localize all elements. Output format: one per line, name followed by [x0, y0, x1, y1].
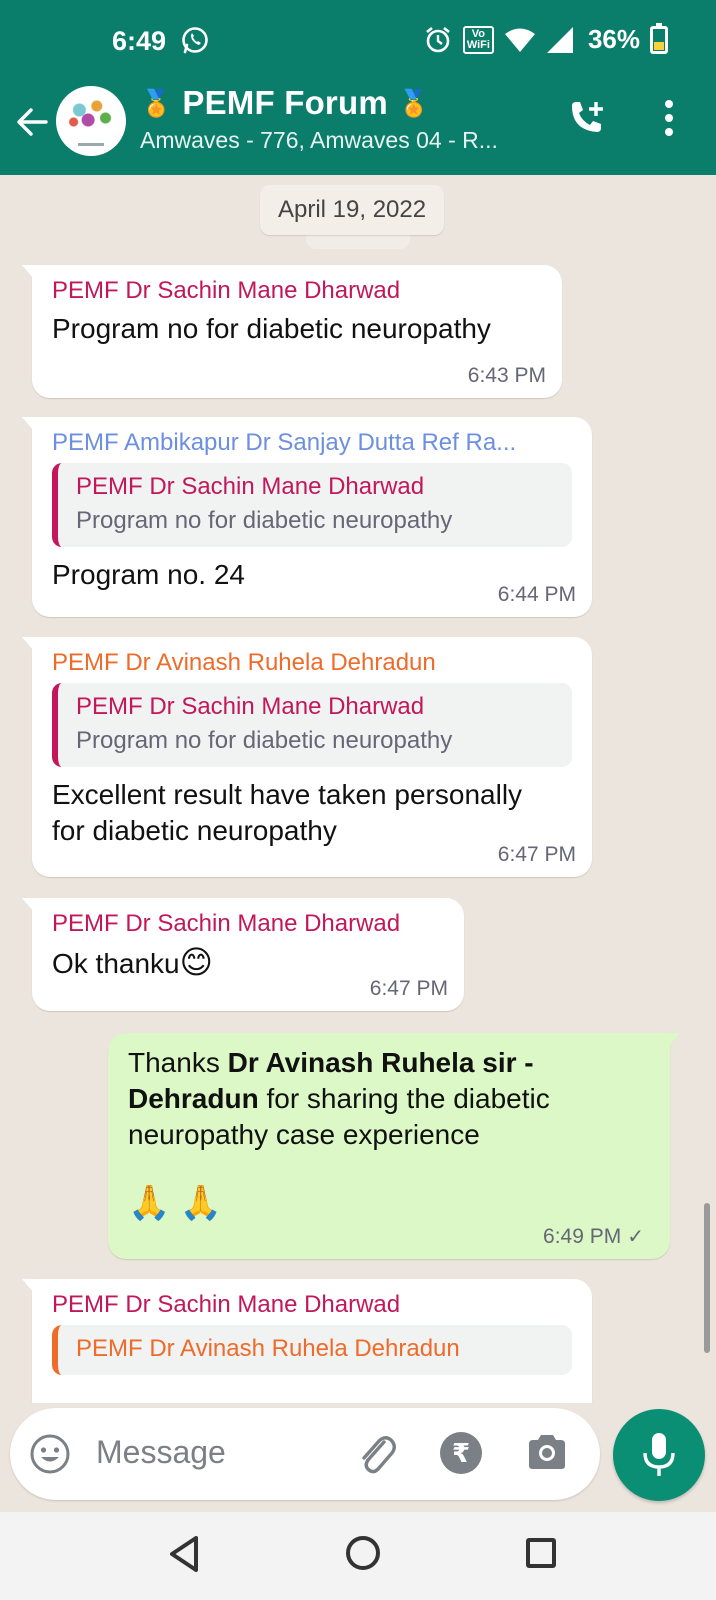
quoted-text: Program no for diabetic neuropathy [76, 507, 453, 534]
message-bubble[interactable]: PEMF Dr Avinash Ruhela Dehradun PEMF Dr … [22, 637, 592, 877]
quoted-message[interactable]: PEMF Dr Avinash Ruhela Dehradun [52, 1325, 572, 1375]
message-text: Thanks Dr Avinash Ruhela sir - Dehradun … [128, 1045, 652, 1153]
group-title-row[interactable]: 🏅 PEMF Forum 🏅 [140, 84, 430, 122]
quoted-sender: PEMF Dr Sachin Mane Dharwad [76, 473, 425, 500]
message-bubble[interactable]: PEMF Dr Sachin Mane Dharwad Ok thanku😊 6… [22, 898, 464, 1011]
nav-back-icon[interactable] [166, 1534, 202, 1574]
message-time: 6:47 PM [369, 977, 448, 1000]
message-time: 6:43 PM [467, 364, 546, 387]
message-text-line: for diabetic neuropathy [52, 815, 337, 846]
message-sender[interactable]: PEMF Ambikapur Dr Sanjay Dutta Ref Ra... [52, 429, 572, 457]
vowifi-bottom-label: WiFi [466, 38, 490, 51]
status-icons: Vo WiFi 36% [423, 22, 668, 55]
mic-icon [643, 1433, 675, 1476]
avatar-caption [78, 143, 104, 146]
medal-icon: 🏅 [140, 88, 173, 118]
message-text: Program no for diabetic neuropathy [52, 313, 491, 344]
quoted-message[interactable]: PEMF Dr Sachin Mane Dharwad Program no f… [52, 463, 572, 547]
date-chip: April 19, 2022 [260, 185, 445, 235]
message-sender[interactable]: PEMF Dr Sachin Mane Dharwad [52, 277, 542, 305]
status-time: 6:49 [112, 26, 167, 56]
message-time-row: 6:49 PM ✓ [543, 1224, 644, 1249]
whatsapp-icon [182, 27, 208, 54]
vowifi-top-label: Vo [471, 27, 486, 40]
attach-icon[interactable] [354, 1430, 398, 1476]
camera-icon[interactable] [526, 1432, 568, 1472]
message-list[interactable]: April 19, 2022 PEMF Dr Sachin Mane Dharw… [0, 175, 716, 1403]
message-bubble[interactable]: PEMF Dr Sachin Mane Dharwad Program no f… [22, 265, 562, 398]
nav-recents-icon[interactable] [526, 1538, 556, 1568]
message-time: 6:47 PM [497, 843, 576, 866]
message-text-prefix: Thanks [128, 1047, 228, 1078]
message-text: Ok thanku [52, 948, 180, 979]
payment-rupee-icon[interactable]: ₹ [440, 1432, 482, 1474]
group-title: PEMF Forum [182, 84, 388, 121]
message-sender[interactable]: PEMF Dr Sachin Mane Dharwad [52, 910, 444, 938]
emoji-icon[interactable] [28, 1432, 72, 1476]
group-members[interactable]: Amwaves - 776, Amwaves 04 - R... [140, 127, 498, 154]
message-bubble[interactable]: PEMF Ambikapur Dr Sanjay Dutta Ref Ra...… [22, 417, 592, 617]
medal-icon: 🏅 [397, 88, 431, 118]
message-input[interactable]: Message [96, 1434, 226, 1471]
quoted-message[interactable]: PEMF Dr Sachin Mane Dharwad Program no f… [52, 683, 572, 767]
add-call-icon[interactable] [566, 98, 608, 140]
wifi-icon [504, 28, 535, 52]
avatar-word-cloud [62, 94, 120, 134]
quoted-sender: PEMF Dr Sachin Mane Dharwad [76, 693, 425, 720]
status-bar: 6:49 Vo WiFi 36% [0, 0, 716, 82]
system-nav-bar [0, 1512, 716, 1600]
battery-percent: 36% [587, 24, 640, 54]
quoted-text: Program no for diabetic neuropathy [76, 727, 453, 754]
more-vert-icon[interactable] [664, 100, 674, 138]
message-sender[interactable]: PEMF Dr Avinash Ruhela Dehradun [52, 649, 572, 677]
nav-home-icon[interactable] [346, 1536, 380, 1570]
smile-emoji-icon: 😊 [179, 944, 213, 980]
message-sender[interactable]: PEMF Dr Sachin Mane Dharwad [52, 1291, 572, 1319]
chat-header: 🏅 PEMF Forum 🏅 Amwaves - 776, Amwaves 04… [0, 82, 716, 175]
chat-scrollbar[interactable] [704, 1203, 710, 1353]
message-composer[interactable]: Message ₹ [10, 1408, 600, 1500]
message-text: Program no. 24 [52, 559, 245, 590]
alarm-icon [426, 26, 450, 52]
signal-icon [546, 26, 573, 53]
vowifi-icon: Vo WiFi [462, 25, 494, 54]
back-arrow-icon[interactable] [14, 104, 50, 140]
message-bubble[interactable]: PEMF Dr Sachin Mane Dharwad PEMF Dr Avin… [22, 1279, 592, 1403]
message-text-line: Excellent result have taken personally [52, 779, 523, 810]
folded-hands-emoji-icon: 🙏 🙏 [128, 1184, 223, 1222]
quoted-sender: PEMF Dr Avinash Ruhela Dehradun [76, 1335, 460, 1362]
battery-icon [650, 22, 668, 54]
message-time: 6:49 PM [543, 1225, 622, 1248]
sent-check-icon: ✓ [627, 1226, 644, 1248]
voice-record-button[interactable] [613, 1409, 705, 1501]
group-avatar[interactable] [56, 86, 126, 156]
outgoing-message-bubble[interactable]: Thanks Dr Avinash Ruhela sir - Dehradun … [108, 1033, 680, 1259]
message-time: 6:44 PM [497, 583, 576, 606]
